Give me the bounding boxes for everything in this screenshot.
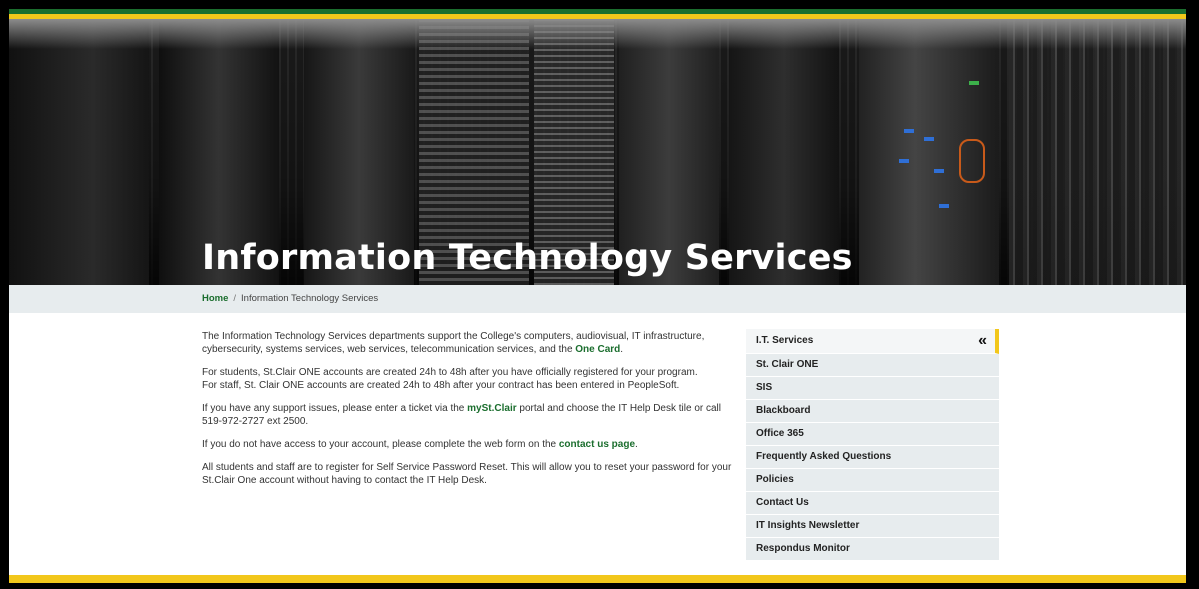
hero-image-led	[934, 169, 944, 173]
accounts-students-text: For students, St.Clair ONE accounts are …	[202, 367, 698, 378]
sidenav-header-label: I.T. Services	[756, 335, 814, 346]
hero-image-cable	[959, 139, 985, 183]
page-title: Information Technology Services	[202, 238, 853, 278]
support-text: If you have any support issues, please e…	[202, 403, 468, 414]
brand-stripe-top	[9, 9, 1186, 19]
one-card-link[interactable]: One Card	[575, 344, 620, 355]
sidenav-item-contact-us[interactable]: Contact Us	[746, 492, 999, 515]
sidenav-item-policies[interactable]: Policies	[746, 469, 999, 492]
browser-viewport: Information Technology Services Home / Inf…	[9, 9, 1186, 583]
breadcrumb-current: Information Technology Services	[241, 293, 379, 304]
sidenav-item-blackboard[interactable]: Blackboard	[746, 400, 999, 423]
hero-image-led	[924, 137, 934, 141]
breadcrumb: Home / Information Technology Services	[9, 285, 1186, 313]
sspr-text: All students and staff are to register f…	[202, 462, 732, 486]
accounts-staff-text: For staff, St. Clair ONE accounts are cr…	[202, 380, 680, 391]
side-navigation: I.T. Services « St. Clair ONE SIS Blackb…	[746, 329, 999, 561]
hero-image-ceiling	[9, 19, 1186, 49]
hero-image-rack	[1009, 19, 1186, 295]
collapse-icon[interactable]: «	[978, 329, 987, 353]
sidenav-item-it-insights-newsletter[interactable]: IT Insights Newsletter	[746, 515, 999, 538]
support-paragraph: If you have any support issues, please e…	[202, 402, 737, 428]
sidenav-item-office-365[interactable]: Office 365	[746, 423, 999, 446]
breadcrumb-separator: /	[233, 293, 237, 304]
sspr-paragraph: All students and staff are to register f…	[202, 461, 737, 487]
hero-image-led	[939, 204, 949, 208]
intro-text-end: .	[620, 344, 624, 355]
sidenav-item-st-clair-one[interactable]: St. Clair ONE	[746, 354, 999, 377]
hero-image-rack	[9, 19, 149, 295]
sidenav-item-faq[interactable]: Frequently Asked Questions	[746, 446, 999, 469]
hero-image-led	[904, 129, 914, 133]
accounts-paragraph: For students, St.Clair ONE accounts are …	[202, 366, 737, 392]
main-content: The Information Technology Services depa…	[202, 330, 737, 497]
sidenav-header[interactable]: I.T. Services «	[746, 329, 999, 354]
brand-stripe-bottom	[9, 575, 1186, 583]
hero-banner: Information Technology Services	[9, 19, 1186, 295]
access-paragraph: If you do not have access to your accoun…	[202, 438, 737, 451]
hero-image-led	[969, 81, 979, 85]
intro-paragraph: The Information Technology Services depa…	[202, 330, 737, 356]
mystclair-link[interactable]: mySt.Clair	[467, 403, 516, 414]
hero-image-led	[899, 159, 909, 163]
access-text-end: .	[635, 439, 638, 450]
sidenav-item-respondus-monitor[interactable]: Respondus Monitor	[746, 538, 999, 561]
contact-us-page-link[interactable]: contact us page	[559, 439, 635, 450]
access-text: If you do not have access to your accoun…	[202, 439, 559, 450]
sidenav-item-sis[interactable]: SIS	[746, 377, 999, 400]
intro-text: The Information Technology Services depa…	[202, 331, 705, 355]
breadcrumb-home-link[interactable]: Home	[202, 293, 228, 304]
